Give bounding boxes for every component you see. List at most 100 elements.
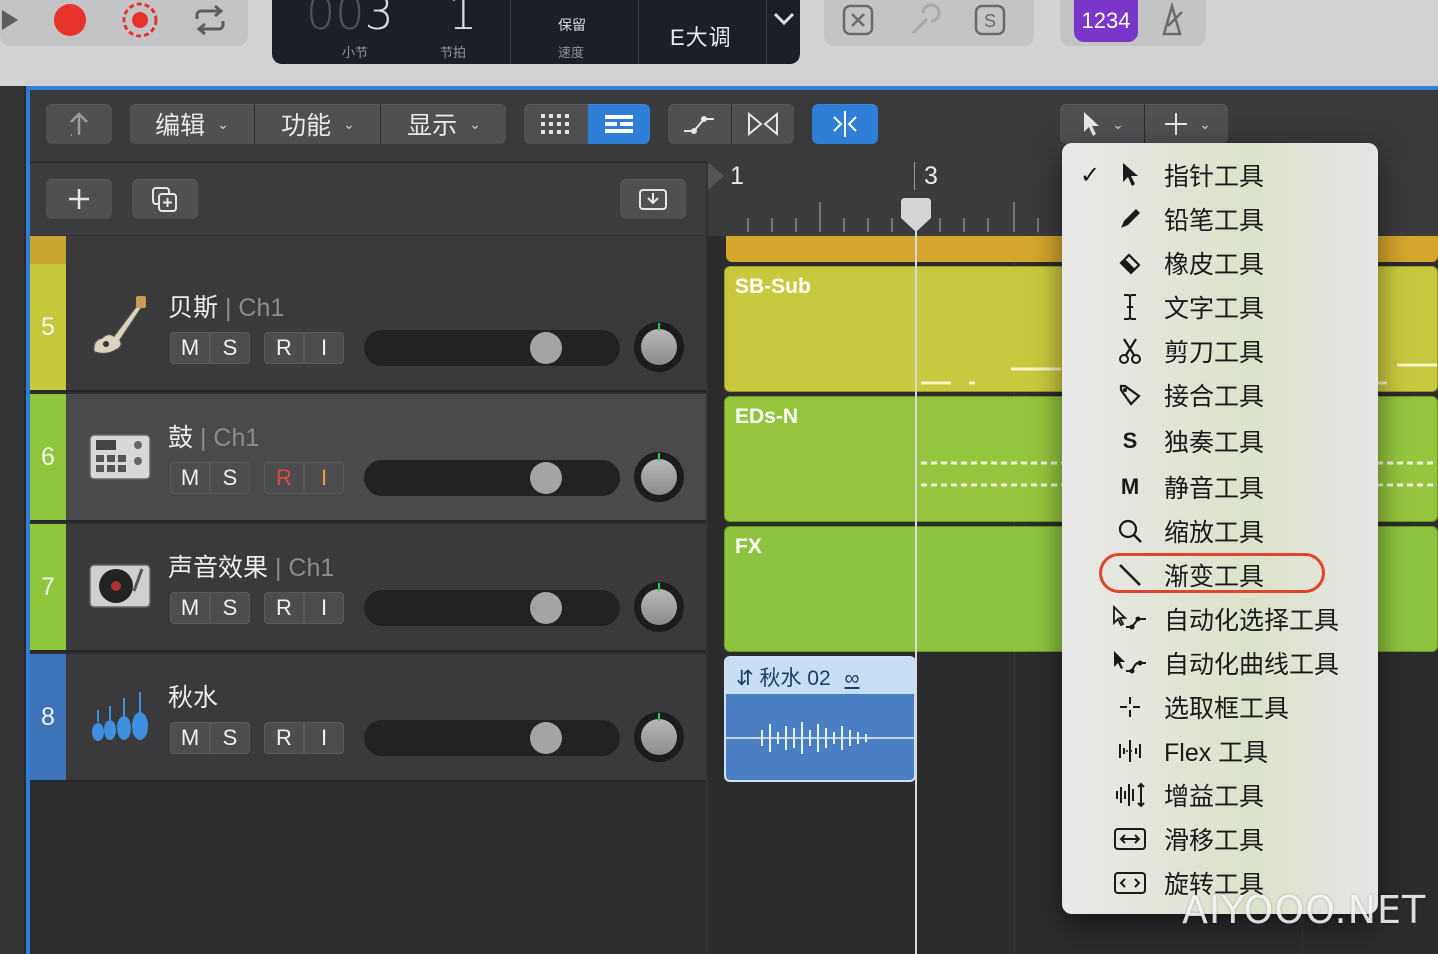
audio-region[interactable]: ⇵ 秋水 02 ∞	[724, 656, 916, 782]
flex-button[interactable]	[732, 104, 794, 144]
solo-button[interactable]: S	[210, 332, 250, 364]
input-monitor-button[interactable]: I	[304, 332, 344, 364]
chevron-updown-icon: ⇵	[736, 667, 754, 690]
track-row[interactable]: 5 贝斯 | Ch1 M S R I	[30, 264, 706, 392]
playhead-handle[interactable]	[899, 198, 933, 234]
record-enable-button[interactable]: R	[264, 592, 304, 624]
volume-slider-knob[interactable]	[530, 722, 562, 754]
replace-record-icon[interactable]	[120, 2, 160, 38]
download-tray-icon	[639, 189, 667, 210]
input-monitor-button[interactable]: I	[304, 722, 344, 754]
solo-button[interactable]: S	[210, 462, 250, 494]
chevron-down-icon: ⌄	[1112, 115, 1124, 132]
track-row[interactable]: 7 声音效果 | Ch1 M S R I	[30, 524, 706, 652]
track-row[interactable]: 8 秋水 M S R I	[30, 654, 706, 782]
volume-slider-knob[interactable]	[530, 462, 562, 494]
menu-item-pointer-tool[interactable]: ✓ 指针工具	[1062, 153, 1378, 197]
function-menu-label: 功能	[281, 112, 332, 140]
low-latency-icon[interactable]	[838, 2, 878, 38]
command-click-tool-menu[interactable]: ⌄	[1146, 104, 1228, 144]
lcd-tempo-mode: 保留	[558, 17, 586, 33]
catch-button[interactable]	[46, 104, 112, 144]
menu-item-marquee-tool[interactable]: 选取框工具	[1062, 685, 1378, 729]
menu-item-zoom-tool[interactable]: 缩放工具	[1062, 509, 1378, 553]
playhead[interactable]	[915, 200, 917, 954]
mode-group: S	[824, 0, 1034, 46]
solo-icon: S	[1122, 428, 1138, 453]
menu-item-text-tool[interactable]: 文字工具	[1062, 285, 1378, 329]
add-track-button[interactable]	[46, 179, 112, 219]
menu-item-automation-select-tool[interactable]: 自动化选择工具	[1062, 597, 1378, 641]
menu-item-automation-curve-tool[interactable]: 自动化曲线工具	[1062, 641, 1378, 685]
zoom-icon	[1112, 513, 1148, 549]
count-in-button[interactable]: 1234	[1074, 0, 1138, 42]
input-monitor-button[interactable]: I	[304, 462, 344, 494]
pan-knob[interactable]	[634, 452, 684, 502]
automation-button[interactable]	[668, 104, 730, 144]
menu-item-glue-tool[interactable]: 接合工具	[1062, 373, 1378, 417]
mute-button[interactable]: M	[170, 592, 210, 624]
menu-item-eraser-tool[interactable]: 橡皮工具	[1062, 241, 1378, 285]
annotation-circle	[1099, 553, 1325, 593]
track-row[interactable]: 6 鼓 | Ch1 M S R I	[30, 394, 706, 522]
list-view-button[interactable]	[588, 104, 650, 144]
volume-slider[interactable]	[364, 590, 620, 626]
menu-item-flex-tool[interactable]: Flex 工具	[1062, 729, 1378, 773]
mute-button[interactable]: M	[170, 332, 210, 364]
record-input-group: R I	[264, 332, 344, 364]
record-enable-button[interactable]: R	[264, 462, 304, 494]
record-enable-button[interactable]: R	[264, 332, 304, 364]
volume-slider-knob[interactable]	[530, 592, 562, 624]
left-click-tool-menu[interactable]: ⌄	[1060, 104, 1144, 144]
function-menu[interactable]: 功能 ⌄	[256, 104, 380, 144]
tuner-icon[interactable]	[904, 2, 944, 38]
chevron-down-icon: ⌄	[1199, 115, 1211, 132]
snap-button[interactable]	[812, 104, 878, 144]
audio-region-title: ⇵ 秋水 02 ∞	[736, 662, 859, 692]
menu-item-gain-tool[interactable]: 增益工具	[1062, 773, 1378, 817]
mute-solo-group: M S	[170, 592, 250, 624]
mute-button[interactable]: M	[170, 462, 210, 494]
volume-slider[interactable]	[364, 330, 620, 366]
pan-knob[interactable]	[634, 582, 684, 632]
solo-mode-icon[interactable]: S	[970, 2, 1010, 38]
checkmark-icon: ✓	[1080, 161, 1101, 189]
pan-knob[interactable]	[634, 712, 684, 762]
menu-item-solo-tool[interactable]: S 独奏工具	[1062, 419, 1378, 463]
volume-slider[interactable]	[364, 460, 620, 496]
record-button[interactable]	[50, 2, 90, 38]
solo-button[interactable]: S	[210, 592, 250, 624]
menu-item-slip-tool[interactable]: 滑移工具	[1062, 817, 1378, 861]
cycle-icon[interactable]	[190, 2, 230, 38]
pan-knob[interactable]	[634, 322, 684, 372]
solo-button[interactable]: S	[210, 722, 250, 754]
lcd-display[interactable]: 00 003 小节 1 节拍 保留 速度 E大调	[272, 0, 800, 64]
menu-item-scissors-tool[interactable]: 剪刀工具	[1062, 329, 1378, 373]
chevron-down-icon: ⌄	[469, 115, 481, 132]
waveform	[726, 722, 914, 754]
marquee-icon	[1112, 689, 1148, 725]
pan-indicator	[658, 583, 660, 591]
duplicate-track-button[interactable]	[132, 179, 198, 219]
divider	[380, 104, 381, 144]
metronome-icon[interactable]	[1152, 2, 1192, 38]
mute-button[interactable]: M	[170, 722, 210, 754]
view-menu[interactable]: 显示 ⌄	[382, 104, 506, 144]
volume-slider-knob[interactable]	[530, 332, 562, 364]
import-button[interactable]	[620, 179, 686, 219]
edit-menu[interactable]: 编辑 ⌄	[130, 104, 254, 144]
menu-item-pencil-tool[interactable]: 铅笔工具	[1062, 197, 1378, 241]
menu-item-label: 自动化曲线工具	[1164, 651, 1340, 679]
menu-item-label: 接合工具	[1164, 383, 1265, 411]
play-icon[interactable]	[0, 2, 32, 38]
input-monitor-button[interactable]: I	[304, 592, 344, 624]
volume-slider[interactable]	[364, 720, 620, 756]
chevron-down-icon[interactable]	[772, 8, 796, 33]
grid-view-button[interactable]	[524, 104, 586, 144]
lcd-tempo-label: 速度	[558, 45, 585, 60]
lcd-separator	[766, 0, 767, 64]
record-enable-button[interactable]: R	[264, 722, 304, 754]
menu-item-mute-tool[interactable]: M 静音工具	[1062, 465, 1378, 509]
track-number: 7	[30, 524, 66, 650]
track-name: 贝斯 | Ch1	[168, 288, 284, 324]
